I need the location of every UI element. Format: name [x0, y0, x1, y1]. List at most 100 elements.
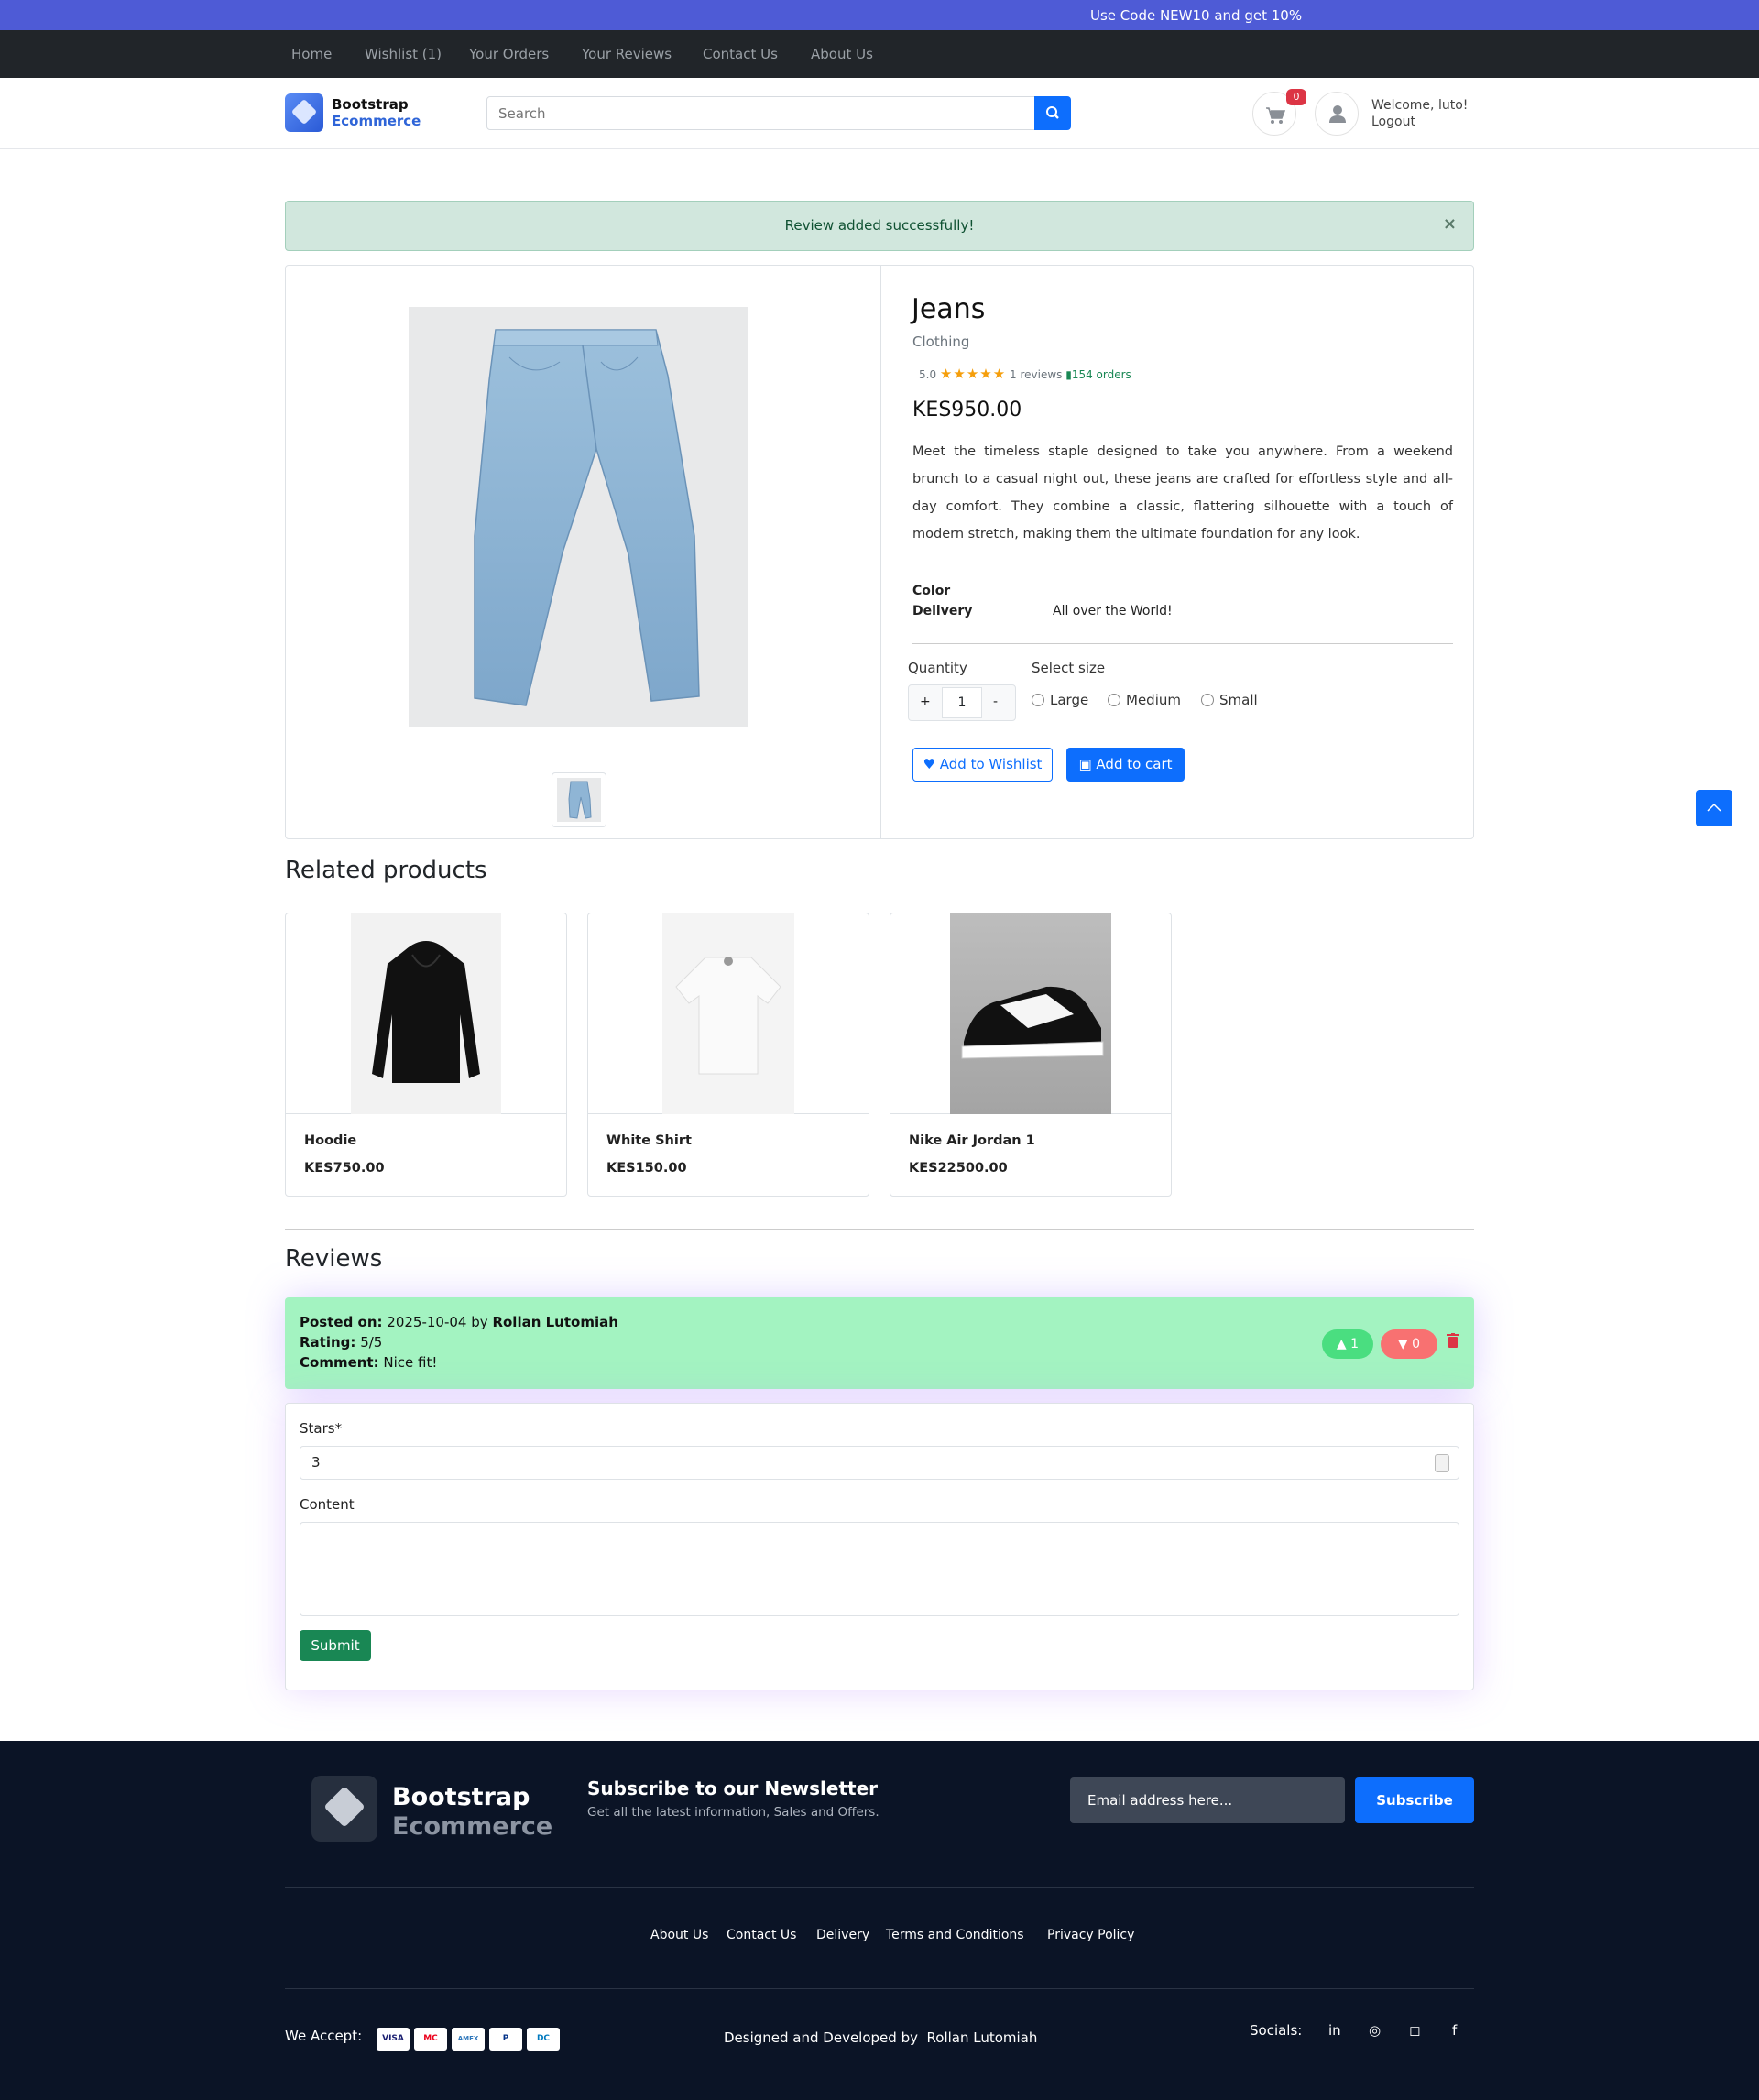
related-products-title: Related products [285, 857, 487, 884]
product-image [286, 913, 566, 1114]
quantity-minus-button[interactable]: - [993, 695, 998, 709]
scroll-to-top-button[interactable] [1696, 790, 1732, 826]
we-accept-label: We Accept: [285, 2028, 363, 2044]
brand-line2[interactable]: Ecommerce [332, 113, 421, 129]
review-form: Stars* 3 Content Submit [285, 1403, 1474, 1690]
stars-input[interactable]: 3 [300, 1446, 1459, 1480]
review-date: 2025-10-04 [387, 1314, 467, 1330]
product-price: KES750.00 [304, 1161, 385, 1176]
thumbs-down-icon: ▼ [1397, 1337, 1408, 1351]
product-title: Jeans [912, 293, 986, 325]
newsletter-title: Subscribe to our Newsletter [587, 1777, 879, 1799]
diners-icon: DC [527, 2028, 560, 2051]
footer-logo-icon[interactable] [311, 1776, 377, 1842]
trash-icon [1447, 1333, 1459, 1348]
user-avatar-button[interactable] [1315, 92, 1359, 136]
search-button[interactable] [1034, 96, 1071, 130]
review-item: Posted on: 2025-10-04 by Rollan Lutomiah… [285, 1297, 1474, 1389]
user-icon [1329, 105, 1346, 123]
product-name[interactable]: Hoodie [304, 1133, 356, 1148]
submit-button[interactable]: Submit [300, 1630, 371, 1661]
review-count: 1 reviews [1010, 368, 1063, 381]
quantity-plus-button[interactable]: + [920, 695, 931, 709]
product-info: Jeans Clothing 5.0 ★★★★★ 1 reviews ▮154 … [286, 266, 1473, 838]
size-option-large[interactable]: Large [1032, 692, 1088, 708]
product-rating-row: 5.0 ★★★★★ 1 reviews ▮154 orders [919, 366, 1131, 382]
reviews-title: Reviews [285, 1245, 383, 1273]
alert-close-button[interactable]: × [1443, 214, 1457, 234]
facebook-icon[interactable]: f [1452, 2022, 1457, 2039]
quantity-input[interactable]: 1 [942, 687, 982, 718]
add-to-wishlist-button[interactable]: ♥ Add to Wishlist [912, 748, 1053, 782]
mastercard-icon: MC [414, 2028, 447, 2051]
nav-orders[interactable]: Your Orders [469, 46, 549, 62]
nav-reviews[interactable]: Your Reviews [582, 46, 672, 62]
search-icon [1046, 106, 1059, 119]
review-comment: Nice fit! [383, 1354, 438, 1371]
delete-review-button[interactable] [1447, 1333, 1459, 1350]
review-author: Rollan Lutomiah [492, 1314, 618, 1330]
linkedin-icon[interactable]: in [1328, 2022, 1341, 2039]
credit-name: Rollan Lutomiah [926, 2029, 1038, 2046]
subscribe-button[interactable]: Subscribe [1355, 1777, 1474, 1823]
rating-score: 5.0 [919, 368, 937, 381]
footer-brand-line1: Bootstrap [392, 1783, 530, 1811]
product-price: KES950.00 [912, 399, 1022, 421]
instagram-icon[interactable]: ◻ [1409, 2022, 1420, 2039]
product-description: Meet the timeless staple designed to tak… [912, 444, 1453, 541]
footer-link-contact[interactable]: Contact Us [727, 1928, 796, 1942]
alert-message: Review added successfully! [784, 217, 975, 234]
related-product-card[interactable]: White Shirt KES150.00 [587, 913, 869, 1197]
like-button[interactable]: ▲ 1 [1322, 1329, 1373, 1359]
delivery-value: All over the World! [1053, 604, 1173, 618]
add-to-cart-button[interactable]: ▣ Add to cart [1066, 748, 1185, 782]
promo-bar: Use Code NEW10 and get 10% [0, 0, 1759, 30]
footer-divider [285, 1988, 1474, 1989]
success-alert: Review added successfully! × [285, 201, 1474, 251]
review-comment-line: Comment: Nice fit! [300, 1354, 437, 1371]
visa-icon: VISA [377, 2028, 410, 2051]
quantity-label: Quantity [908, 660, 967, 676]
section-divider [285, 1229, 1474, 1230]
footer-link-delivery[interactable]: Delivery [816, 1928, 869, 1942]
logout-link[interactable]: Logout [1371, 114, 1468, 130]
related-product-card[interactable]: Nike Air Jordan 1 KES22500.00 [890, 913, 1172, 1197]
nav-about[interactable]: About Us [811, 46, 873, 62]
brand-line1[interactable]: Bootstrap [332, 96, 409, 113]
footer-brand-line2: Ecommerce [392, 1812, 553, 1841]
welcome-text: Welcome, luto! [1371, 98, 1469, 113]
size-option-medium[interactable]: Medium [1108, 692, 1181, 708]
content-textarea[interactable] [300, 1522, 1459, 1616]
product-image [588, 913, 869, 1114]
posted-label: Posted on: [300, 1314, 383, 1330]
nav-contact[interactable]: Contact Us [703, 46, 778, 62]
dislike-button[interactable]: ▼ 0 [1381, 1329, 1437, 1359]
nav-wishlist[interactable]: Wishlist (1) [365, 46, 442, 62]
rating-stars-icon: ★★★★★ [939, 366, 1007, 382]
search-input[interactable] [486, 96, 1035, 130]
product-card: Jeans Clothing 5.0 ★★★★★ 1 reviews ▮154 … [285, 265, 1474, 839]
footer-link-privacy[interactable]: Privacy Policy [1047, 1928, 1134, 1942]
size-option-small[interactable]: Small [1201, 692, 1258, 708]
orders-count: 154 orders [1071, 368, 1131, 381]
rating-label: Rating: [300, 1334, 356, 1351]
orders-icon: ▮ [1065, 368, 1072, 381]
related-product-card[interactable]: Hoodie KES750.00 [285, 913, 567, 1197]
delivery-label: Delivery [912, 604, 973, 618]
stars-label: Stars* [300, 1420, 343, 1437]
footer-link-terms[interactable]: Terms and Conditions [886, 1928, 1024, 1942]
review-posted-line: Posted on: 2025-10-04 by Rollan Lutomiah [300, 1314, 618, 1330]
review-rating: 5/5 [360, 1334, 383, 1351]
footer-link-about[interactable]: About Us [650, 1928, 708, 1942]
nav-home[interactable]: Home [291, 46, 332, 62]
product-name[interactable]: Nike Air Jordan 1 [909, 1133, 1035, 1148]
github-icon[interactable]: ◎ [1369, 2022, 1381, 2039]
product-name[interactable]: White Shirt [606, 1133, 692, 1148]
top-nav: Home Wishlist (1) Your Orders Your Revie… [0, 30, 1759, 78]
newsletter-email-input[interactable]: Email address here... [1070, 1777, 1345, 1823]
spinner-icon[interactable] [1435, 1454, 1449, 1472]
socials-label: Socials: [1250, 2022, 1303, 2039]
brand-logo-icon[interactable] [285, 93, 323, 132]
paypal-icon: P [489, 2028, 522, 2051]
user-menu[interactable]: Welcome, luto! Logout [1371, 97, 1468, 130]
